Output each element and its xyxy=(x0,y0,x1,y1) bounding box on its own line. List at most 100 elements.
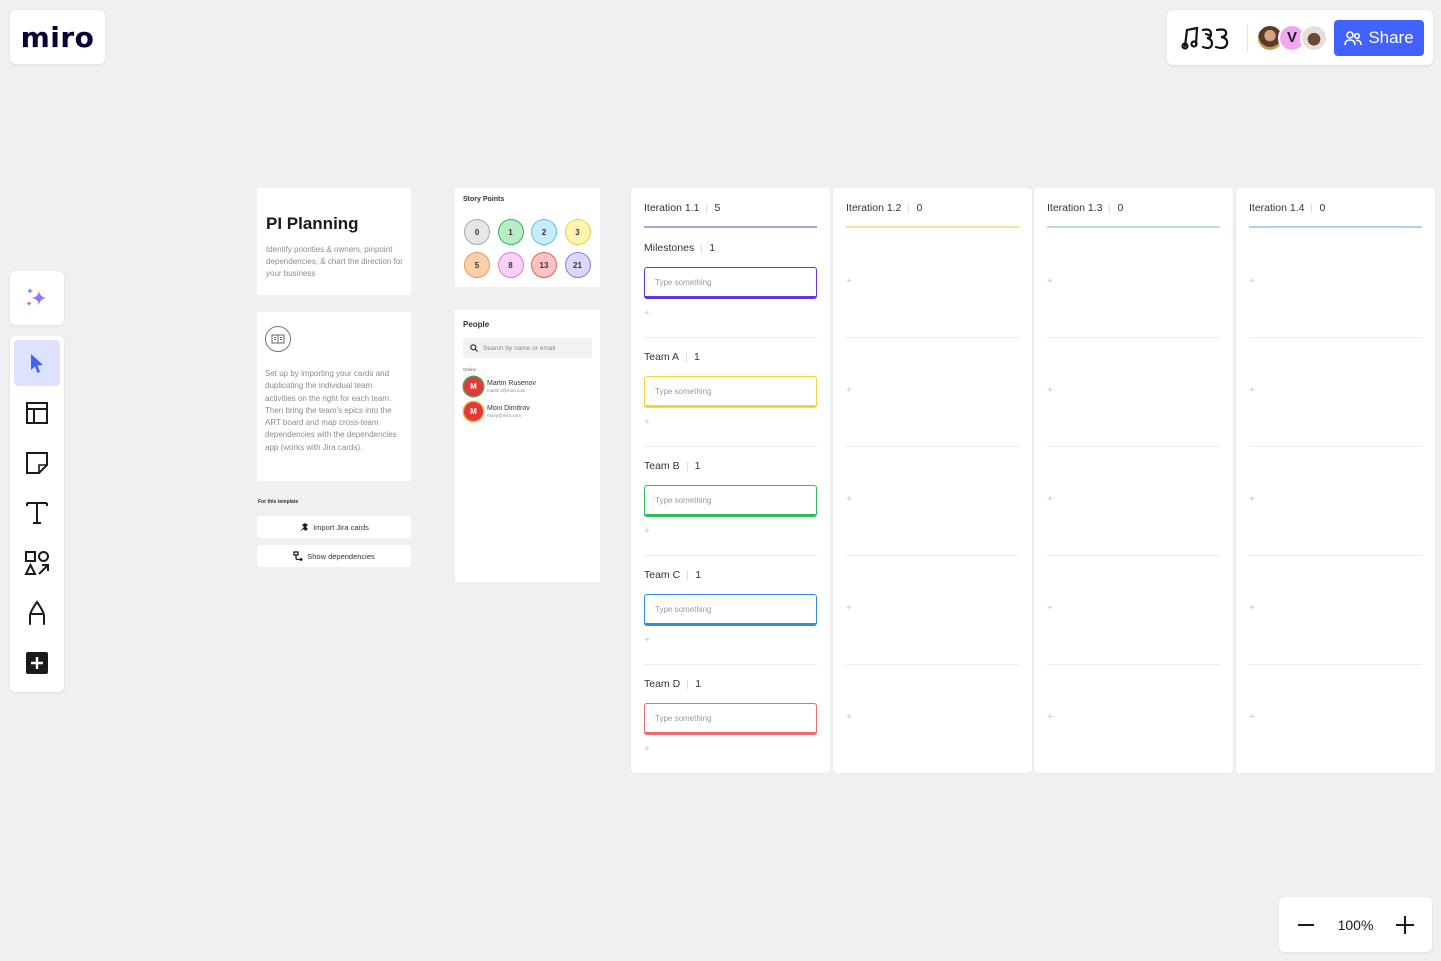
tool-shapes[interactable] xyxy=(14,540,60,586)
iteration-header[interactable]: Iteration 1.3 0 xyxy=(1047,202,1123,214)
zoom-level[interactable]: 100% xyxy=(1338,917,1374,933)
card-placeholder: Type something xyxy=(655,386,712,396)
iteration-count: 0 xyxy=(916,202,923,214)
add-card-button[interactable]: + xyxy=(1047,494,1053,505)
setup-card[interactable]: Set up by importing your cards and dupli… xyxy=(257,312,411,481)
lane-divider xyxy=(1249,664,1422,665)
add-card-button[interactable]: + xyxy=(846,712,852,723)
zoom-in-button[interactable] xyxy=(1394,914,1416,936)
lane-card-input[interactable]: Type something xyxy=(644,376,817,408)
iteration-header[interactable]: Iteration 1.4 0 xyxy=(1249,202,1325,214)
logo-text: miro xyxy=(20,20,95,54)
add-card-button[interactable]: + xyxy=(644,635,650,646)
lane-header[interactable]: Team B 1 xyxy=(644,460,700,472)
add-card-button[interactable]: + xyxy=(1249,276,1255,287)
lane-card-input[interactable]: Type something xyxy=(644,485,817,517)
story-point-value: 0 xyxy=(474,227,480,237)
add-card-button[interactable]: + xyxy=(644,744,650,755)
lane-count: 1 xyxy=(694,460,701,472)
tool-pen[interactable] xyxy=(14,590,60,636)
book-icon xyxy=(265,326,291,352)
lane-divider xyxy=(644,664,817,665)
add-card-button[interactable]: + xyxy=(1047,385,1053,396)
lane-header[interactable]: Milestones 1 xyxy=(644,242,715,254)
story-point-chip[interactable]: 3 xyxy=(564,219,591,245)
lane-header[interactable]: Team D 1 xyxy=(644,678,701,690)
add-card-button[interactable]: + xyxy=(846,385,852,396)
iteration-header[interactable]: Iteration 1.1 5 xyxy=(644,202,720,214)
story-point-chip[interactable]: 1 xyxy=(497,219,524,245)
board-emoji-icon[interactable] xyxy=(1181,22,1235,54)
iteration-count: 0 xyxy=(1117,202,1124,214)
add-card-button[interactable]: + xyxy=(644,417,650,428)
text-icon xyxy=(26,502,48,524)
iteration-count: 0 xyxy=(1319,202,1326,214)
share-button[interactable]: Share xyxy=(1334,19,1424,56)
zoom-out-button[interactable] xyxy=(1295,914,1317,936)
lane-title: Team B xyxy=(644,460,680,472)
story-points-title: Story Points xyxy=(463,196,505,203)
divider xyxy=(686,461,688,471)
add-card-button[interactable]: + xyxy=(1249,603,1255,614)
show-dependencies-button[interactable]: Show dependencies xyxy=(257,545,411,567)
users-icon xyxy=(1344,30,1363,45)
lane-divider xyxy=(644,555,817,556)
avatar-initial: V xyxy=(1286,29,1297,46)
divider xyxy=(687,679,689,689)
lane-title: Team D xyxy=(644,678,681,690)
lane-card-input[interactable]: Type something xyxy=(644,703,817,735)
miro-logo[interactable]: miro xyxy=(10,10,105,64)
add-card-button[interactable]: + xyxy=(1047,276,1053,287)
divider xyxy=(908,203,910,213)
person-item[interactable]: M Martin Rusenov martin.r@miro.com xyxy=(464,377,536,396)
add-card-button[interactable]: + xyxy=(644,526,650,537)
iteration-column: Iteration 1.2 0 + + + + + xyxy=(833,188,1032,773)
add-card-button[interactable]: + xyxy=(1249,494,1255,505)
divider xyxy=(706,203,708,213)
lane-divider xyxy=(846,337,1019,338)
add-card-button[interactable]: + xyxy=(1249,385,1255,396)
add-card-button[interactable]: + xyxy=(1047,603,1053,614)
tool-more[interactable] xyxy=(14,640,60,686)
story-point-chip[interactable]: 0 xyxy=(464,219,490,245)
iteration-header[interactable]: Iteration 1.2 0 xyxy=(846,202,922,214)
search-placeholder: Search by name or email xyxy=(483,344,556,352)
lane-count: 1 xyxy=(695,569,702,581)
story-point-chip[interactable]: 5 xyxy=(464,252,490,278)
avatar[interactable] xyxy=(1300,23,1328,52)
tool-select[interactable] xyxy=(14,340,60,386)
divider xyxy=(701,243,703,253)
lane-divider xyxy=(1047,446,1220,447)
lane-card-input[interactable]: Type something xyxy=(644,594,817,626)
people-search-input[interactable]: Search by name or email xyxy=(463,338,592,358)
add-card-button[interactable]: + xyxy=(644,308,650,319)
divider xyxy=(1247,23,1248,52)
add-card-button[interactable]: + xyxy=(846,603,852,614)
lane-divider xyxy=(1047,337,1220,338)
card-placeholder: Type something xyxy=(655,277,712,287)
layout-icon xyxy=(26,402,48,424)
tool-sticky-note[interactable] xyxy=(14,440,60,486)
divider xyxy=(1311,203,1313,213)
lane-header[interactable]: Team C 1 xyxy=(644,569,701,581)
intro-card[interactable]: PI Planning Identify priorities & owners… xyxy=(257,188,411,295)
story-point-chip[interactable]: 13 xyxy=(531,252,557,278)
pen-icon xyxy=(29,600,45,625)
tool-templates[interactable] xyxy=(14,390,60,436)
add-card-button[interactable]: + xyxy=(1249,712,1255,723)
minus-icon xyxy=(1298,923,1314,926)
tool-text[interactable] xyxy=(14,490,60,536)
ai-assist-button[interactable] xyxy=(10,271,64,325)
add-card-button[interactable]: + xyxy=(846,494,852,505)
person-item[interactable]: M Moni Dimitrov mony@miro.com xyxy=(464,402,530,421)
story-point-value: 5 xyxy=(474,260,480,270)
lane-card-input[interactable]: Type something xyxy=(644,267,817,299)
story-point-chip[interactable]: 2 xyxy=(531,219,557,245)
import-jira-button[interactable]: Import Jira cards xyxy=(257,516,411,538)
add-card-button[interactable]: + xyxy=(1047,712,1053,723)
story-point-chip[interactable]: 8 xyxy=(497,252,524,278)
story-point-chip[interactable]: 21 xyxy=(564,252,591,278)
add-card-button[interactable]: + xyxy=(846,276,852,287)
sparkles-icon xyxy=(26,288,46,306)
lane-header[interactable]: Team A 1 xyxy=(644,351,700,363)
